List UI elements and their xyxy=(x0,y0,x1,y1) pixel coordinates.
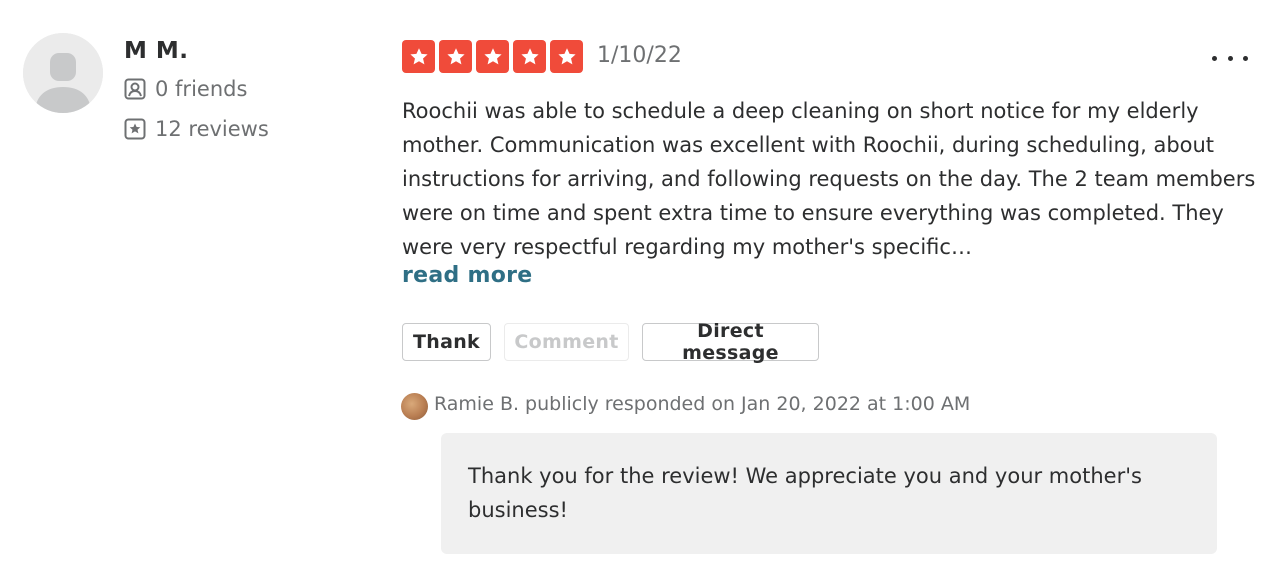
menu-dot xyxy=(1227,55,1233,61)
star-rating xyxy=(402,40,587,73)
star-icon xyxy=(439,40,472,73)
star-icon xyxy=(513,40,546,73)
direct-message-button[interactable]: Direct message xyxy=(642,320,819,364)
read-more-link[interactable]: read more xyxy=(402,263,533,288)
comment-button[interactable]: Comment xyxy=(504,323,629,361)
star-icon xyxy=(476,40,509,73)
star-icon xyxy=(550,40,583,73)
star-icon xyxy=(402,40,435,73)
menu-dot xyxy=(1243,55,1248,61)
reviews-count: 12 reviews xyxy=(124,117,269,141)
response-text: Thank you for the review! We appreciate … xyxy=(468,464,1142,522)
review-star-icon xyxy=(124,118,146,140)
review-date: 1/10/22 xyxy=(597,43,682,68)
responder-avatar[interactable] xyxy=(401,393,428,420)
menu-dot xyxy=(1212,55,1217,61)
review-text: Roochii was able to schedule a deep clea… xyxy=(402,99,1256,259)
friends-label: 0 friends xyxy=(155,77,248,101)
owner-response: Thank you for the review! We appreciate … xyxy=(441,433,1217,554)
user-placeholder-icon xyxy=(23,33,103,113)
reviewer-name[interactable]: M M. xyxy=(124,38,189,64)
friends-count: 0 friends xyxy=(124,77,247,101)
reviews-label: 12 reviews xyxy=(155,117,269,141)
response-header: Ramie B. publicly responded on Jan 20, 2… xyxy=(434,393,971,415)
friends-icon xyxy=(124,78,146,100)
reviewer-avatar[interactable] xyxy=(23,33,103,113)
more-options-icon[interactable] xyxy=(1212,46,1248,70)
thank-button[interactable]: Thank xyxy=(402,323,491,361)
